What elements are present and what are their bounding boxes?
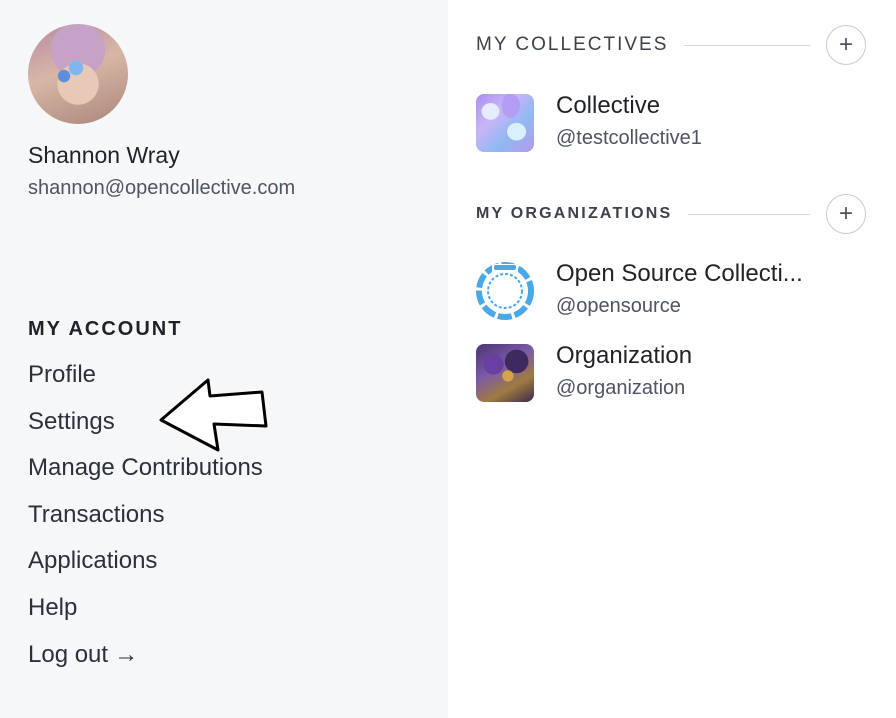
- divider: [688, 213, 810, 215]
- collectives-header: MY COLLECTIVES +: [476, 24, 866, 66]
- user-avatar[interactable]: [28, 24, 128, 124]
- collective-item[interactable]: Collective @testcollective1: [476, 92, 866, 154]
- divider: [684, 44, 810, 46]
- profile-menu: Shannon Wray shannon@opencollective.com …: [0, 0, 896, 718]
- collective-avatar: [476, 94, 534, 152]
- organization-name: Organization: [556, 342, 693, 369]
- open-source-collective-logo-icon: [476, 262, 534, 320]
- user-name: Shannon Wray: [28, 142, 180, 168]
- organizations-header: MY ORGANIZATIONS +: [476, 193, 866, 235]
- hand-drawn-arrow-icon: [159, 378, 268, 452]
- organization-avatar: [476, 344, 534, 402]
- arrow-right-icon: →: [114, 640, 139, 668]
- transactions-link[interactable]: Transactions: [28, 498, 263, 545]
- organization-item[interactable]: Open Source Collecti... @opensource: [476, 260, 866, 322]
- add-organization-button[interactable]: +: [826, 194, 866, 234]
- user-email: shannon@opencollective.com: [28, 177, 296, 199]
- organization-name: Open Source Collecti...: [556, 260, 803, 287]
- account-panel: Shannon Wray shannon@opencollective.com …: [0, 0, 448, 718]
- log-out-link[interactable]: Log out →: [28, 638, 263, 685]
- organization-handle: @organization: [556, 377, 686, 399]
- help-link[interactable]: Help: [28, 591, 263, 638]
- applications-link[interactable]: Applications: [28, 544, 263, 591]
- my-account-heading: MY ACCOUNT: [28, 318, 183, 340]
- collective-name: Collective: [556, 92, 661, 119]
- collective-handle: @testcollective1: [556, 127, 702, 149]
- add-collective-button[interactable]: +: [826, 25, 866, 65]
- organization-item[interactable]: Organization @organization: [476, 342, 866, 404]
- manage-contributions-link[interactable]: Manage Contributions: [28, 451, 263, 498]
- accounts-panel: MY COLLECTIVES + Collective @testcollect…: [448, 0, 896, 718]
- organization-handle: @opensource: [556, 295, 681, 317]
- my-collectives-heading: MY COLLECTIVES: [476, 34, 669, 55]
- my-organizations-heading: MY ORGANIZATIONS: [476, 205, 673, 222]
